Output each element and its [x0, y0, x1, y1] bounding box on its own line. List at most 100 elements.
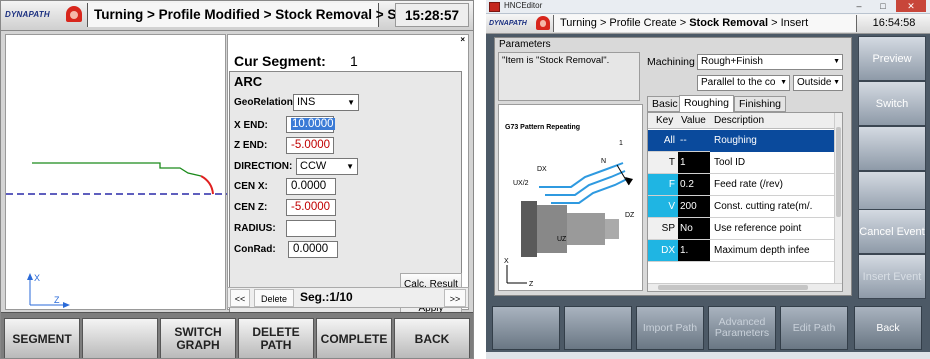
advanced-parameters-button[interactable]: Advanced Parameters: [708, 306, 776, 350]
geo-relation-select[interactable]: INS ▼: [293, 94, 359, 111]
dynapath-logo: DYNAPATH: [489, 20, 527, 27]
cancel-event-button[interactable]: Cancel Event: [858, 209, 926, 254]
item-info-box: "Item is "Stock Removal".: [498, 52, 640, 101]
z-axis-label: Z: [529, 281, 534, 288]
radius-label: RADIUS:: [234, 223, 276, 234]
dx-label: DX: [537, 166, 547, 173]
direction-value: CCW: [300, 160, 327, 172]
complete-button[interactable]: COMPLETE: [316, 318, 392, 358]
stock-step-shape: [567, 213, 605, 245]
table-row[interactable]: DX 1. Maximum depth infee: [648, 240, 838, 262]
dynapath-logo-icon: [66, 6, 82, 22]
horizontal-scrollbar[interactable]: [648, 283, 842, 291]
breadcrumb: Turning > Profile Modified > Stock Remov…: [87, 3, 419, 27]
machining-select[interactable]: Rough+Finish ▼: [697, 54, 843, 70]
segment-count: Seg.:1/10: [300, 290, 353, 304]
window-title: HNCEditor: [504, 1, 543, 10]
function-key-bar: SEGMENT SWITCH GRAPH DELETE PATH COMPLET…: [1, 312, 473, 358]
dynapath-logo: DYNAPATH: [5, 10, 50, 19]
header-value: Value: [681, 115, 706, 126]
minimize-icon[interactable]: –: [848, 0, 870, 12]
profile-path: [32, 162, 202, 177]
x-end-input[interactable]: 10.0000: [286, 116, 335, 133]
table-row[interactable]: V 200 Const. cutting rate(m/.: [648, 196, 838, 218]
cen-x-label: CEN X:: [234, 181, 268, 192]
side-select[interactable]: Outside ▼: [793, 75, 843, 91]
segment-navigator: << Delete Seg.:1/10 >>: [227, 287, 469, 308]
profile-graph: X Z: [5, 34, 227, 310]
dynapath-save-screen: DYNAPATH Turning > Profile Modified > St…: [0, 0, 474, 359]
x-axis-label: X: [504, 258, 509, 265]
arc-form: ARC GeoRelation: INS ▼ X END: 10.0000 Z E…: [229, 71, 462, 320]
z-end-input[interactable]: -5.0000: [286, 137, 334, 154]
hnceditor-insert-screen: HNCEditor – □ ✕ DYNAPATH Turning > Profi…: [486, 0, 930, 359]
switch-graph-button[interactable]: SWITCH GRAPH: [160, 318, 236, 358]
delete-segment-button[interactable]: Delete: [254, 289, 294, 307]
g73-diagram-svg: G73 Pattern Repeating DX UX/2 N 1 DZ UZ: [504, 124, 635, 288]
stock-body-shape: [537, 205, 567, 253]
cen-z-input[interactable]: -5.0000: [286, 199, 336, 216]
window-controls: – □ ✕: [848, 0, 928, 13]
cur-segment-value: 1: [350, 53, 358, 69]
scroll-thumb[interactable]: [658, 285, 808, 290]
chevron-down-icon: ▼: [833, 55, 840, 69]
scroll-thumb[interactable]: [836, 127, 841, 217]
x-axis-label: X: [34, 273, 40, 283]
parallel-select[interactable]: Parallel to the co ▼: [697, 75, 790, 91]
app-icon: [489, 2, 500, 12]
insert-event-button[interactable]: Insert Event: [858, 254, 926, 299]
z-axis-arrow-icon: [63, 302, 70, 308]
blank-function-key[interactable]: [564, 306, 632, 350]
radius-input[interactable]: [286, 220, 336, 237]
close-icon[interactable]: ×: [460, 35, 465, 44]
delete-path-button[interactable]: DELETE PATH: [238, 318, 314, 358]
x-end-value: 10.0000: [291, 118, 335, 130]
ux2-label: UX/2: [513, 180, 529, 187]
x-axis-arrow-icon: [27, 273, 33, 280]
pass-path-2: [545, 170, 626, 196]
next-segment-button[interactable]: >>: [444, 289, 466, 307]
geo-relation-value: INS: [297, 96, 316, 108]
cur-segment-label: Cur Segment:: [234, 53, 326, 69]
x-end-label: X END:: [234, 120, 268, 131]
chuck-shape: [521, 201, 537, 257]
cen-z-label: CEN Z:: [234, 202, 268, 213]
current-arc-segment: [200, 175, 214, 195]
switch-button[interactable]: Switch: [858, 81, 926, 126]
edit-path-button[interactable]: Edit Path: [780, 306, 848, 350]
header-bar: DYNAPATH Turning > Profile Create > Stoc…: [486, 14, 930, 34]
direction-select[interactable]: CCW ▼: [296, 158, 358, 175]
blank-function-key[interactable]: [82, 318, 158, 358]
tab-basic[interactable]: Basic: [647, 96, 683, 112]
header-key: Key: [656, 115, 674, 126]
prev-segment-button[interactable]: <<: [230, 289, 250, 307]
uz-label: UZ: [557, 236, 567, 243]
table-row[interactable]: T 1 Tool ID: [648, 152, 838, 174]
conrad-input[interactable]: 0.0000: [288, 241, 338, 258]
chevron-down-icon: ▼: [346, 162, 354, 171]
segment-button[interactable]: SEGMENT: [4, 318, 80, 358]
blank-side-button[interactable]: [858, 126, 926, 171]
close-icon[interactable]: ✕: [896, 0, 926, 12]
breadcrumb: Turning > Profile Create > Stock Removal…: [553, 15, 857, 32]
segment-type-title: ARC: [234, 74, 263, 89]
table-row[interactable]: F 0.2 Feed rate (/rev): [648, 174, 838, 196]
g73-pattern-diagram: G73 Pattern Repeating DX UX/2 N 1 DZ UZ: [498, 104, 643, 291]
parameters-label: Parameters: [499, 39, 551, 50]
tab-roughing[interactable]: Roughing: [679, 95, 734, 113]
machining-label: Machining: [647, 56, 695, 68]
vertical-scrollbar[interactable]: [834, 113, 842, 283]
parameter-table: Key Value Description All -- Roughing T 1 To…: [647, 112, 843, 292]
tab-finishing[interactable]: Finishing: [734, 96, 787, 112]
back-button[interactable]: BACK: [394, 318, 470, 358]
preview-button[interactable]: Preview: [858, 36, 926, 81]
import-path-button[interactable]: Import Path: [636, 306, 704, 350]
back-button[interactable]: Back: [854, 306, 922, 350]
table-row[interactable]: SP No Use reference point: [648, 218, 838, 240]
clock: 16:54:58: [872, 17, 916, 29]
maximize-icon[interactable]: □: [872, 0, 894, 12]
table-row[interactable]: All -- Roughing: [648, 130, 838, 152]
blank-function-key[interactable]: [492, 306, 560, 350]
chevron-down-icon: ▼: [347, 98, 355, 107]
cen-x-input[interactable]: 0.0000: [286, 178, 336, 195]
